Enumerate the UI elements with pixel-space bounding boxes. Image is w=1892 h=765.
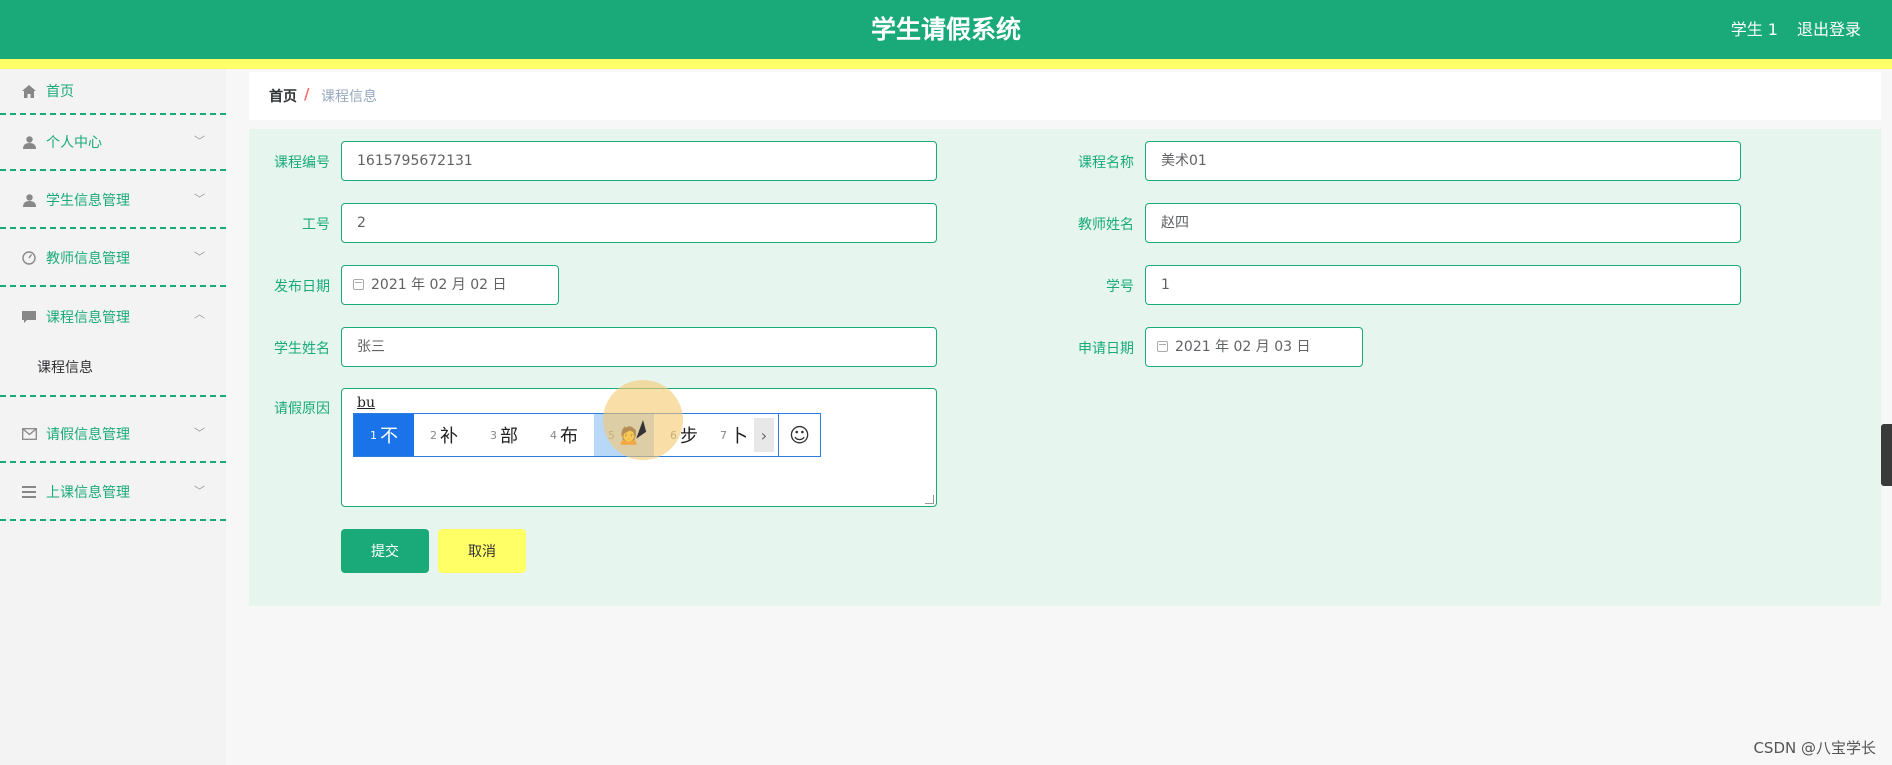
calendar-icon — [1157, 341, 1168, 352]
sidebar: 首页 个人中心 ﹀ 学生信息管理 ﹀ 教师信息管理 ﹀ 课程信息管理 ︿ 课程信… — [0, 69, 226, 765]
sidebar-item-label: 教师信息管理 — [46, 251, 130, 267]
breadcrumb-current: 课程信息 — [321, 89, 377, 105]
chat-icon — [21, 309, 37, 325]
chevron-up-icon: ︿ — [194, 307, 205, 321]
breadcrumb-home[interactable]: 首页 — [269, 86, 297, 106]
chevron-down-icon: ﹀ — [194, 426, 205, 440]
work-no-input[interactable]: 2 — [341, 203, 937, 243]
header-accent-stripe — [0, 59, 1892, 69]
course-no-label: 课程编号 — [274, 155, 330, 171]
course-name-input[interactable]: 美术01 — [1145, 141, 1741, 181]
top-bar: 学生请假系统 学生 1 退出登录 — [0, 0, 1892, 59]
ime-candidate[interactable]: 1不 — [354, 414, 414, 456]
sidebar-item-personal[interactable]: 个人中心 ﹀ — [0, 115, 226, 171]
sidebar-item-label: 个人中心 — [46, 135, 102, 151]
sidebar-item-leave-info[interactable]: 请假信息管理 ﹀ — [0, 407, 226, 463]
ime-candidate[interactable]: 2补 — [414, 414, 474, 456]
chevron-down-icon: ﹀ — [194, 134, 205, 148]
sidebar-item-label: 上课信息管理 — [46, 485, 130, 501]
user-icon — [21, 192, 37, 208]
apply-date-label: 申请日期 — [1078, 341, 1134, 357]
sidebar-item-home[interactable]: 首页 — [0, 69, 226, 115]
current-user: 学生 1 — [1730, 20, 1778, 39]
home-icon — [21, 83, 37, 99]
dashboard-icon — [21, 250, 37, 266]
apply-date-picker[interactable]: 2021 年 02 月 03 日 — [1145, 327, 1363, 367]
ime-candidate[interactable]: 7卜 — [714, 414, 754, 456]
sidebar-item-label: 首页 — [46, 84, 74, 100]
app-title: 学生请假系统 — [870, 15, 1021, 44]
publish-date-picker[interactable]: 2021 年 02 月 02 日 — [341, 265, 559, 305]
list-icon — [21, 484, 37, 500]
sidebar-item-course-info[interactable]: 课程信息管理 ︿ — [0, 289, 226, 397]
chevron-down-icon: ﹀ — [194, 250, 205, 264]
user-icon — [21, 134, 37, 150]
ime-next-page-icon[interactable]: › — [754, 418, 774, 452]
ime-candidate[interactable]: 4布 — [534, 414, 594, 456]
breadcrumb-separator: / — [304, 85, 310, 103]
student-name-input[interactable]: 张三 — [341, 327, 937, 367]
sidebar-item-label: 课程信息管理 — [46, 310, 130, 326]
emoji-icon[interactable]: ☺ — [778, 414, 820, 456]
student-no-input[interactable]: 1 — [1145, 265, 1741, 305]
course-no-input[interactable]: 1615795672131 — [341, 141, 937, 181]
teacher-name-label: 教师姓名 — [1078, 217, 1134, 233]
chevron-down-icon: ﹀ — [194, 484, 205, 498]
student-name-label: 学生姓名 — [274, 341, 330, 357]
work-no-label: 工号 — [302, 217, 330, 233]
student-no-label: 学号 — [1106, 279, 1134, 295]
publish-date-label: 发布日期 — [274, 279, 330, 295]
reason-label: 请假原因 — [274, 401, 330, 417]
ime-candidate[interactable]: 3部 — [474, 414, 534, 456]
teacher-name-input[interactable]: 赵四 — [1145, 203, 1741, 243]
sidebar-item-label: 请假信息管理 — [46, 427, 130, 443]
watermark: CSDN @八宝学长 — [1753, 739, 1876, 757]
apply-date-value: 2021 年 02 月 03 日 — [1175, 339, 1311, 355]
side-panel-tab[interactable] — [1881, 424, 1892, 486]
logout-link[interactable]: 退出登录 — [1797, 16, 1861, 40]
sidebar-item-student-info[interactable]: 学生信息管理 ﹀ — [0, 173, 226, 229]
sidebar-item-class-info[interactable]: 上课信息管理 ﹀ — [0, 465, 226, 521]
sidebar-item-teacher-info[interactable]: 教师信息管理 ﹀ — [0, 231, 226, 287]
cancel-button[interactable]: 取消 — [438, 529, 526, 573]
publish-date-value: 2021 年 02 月 02 日 — [371, 277, 507, 293]
ime-candidate[interactable]: 6步 — [654, 414, 714, 456]
mail-icon — [21, 426, 37, 442]
ime-candidate-bar: 1不 2补 3部 4布 5 🙍 6步 7卜 › ☺ — [353, 413, 821, 457]
resize-handle[interactable] — [925, 495, 934, 504]
chevron-down-icon: ﹀ — [194, 192, 205, 206]
breadcrumb: 首页 / 课程信息 — [249, 72, 1881, 120]
submit-button[interactable]: 提交 — [341, 529, 429, 573]
sidebar-item-label: 学生信息管理 — [46, 193, 130, 209]
sidebar-subitem-course[interactable]: 课程信息 — [37, 357, 93, 377]
ime-composition-text: bu — [357, 395, 375, 411]
course-name-label: 课程名称 — [1078, 155, 1134, 171]
calendar-icon — [353, 279, 364, 290]
